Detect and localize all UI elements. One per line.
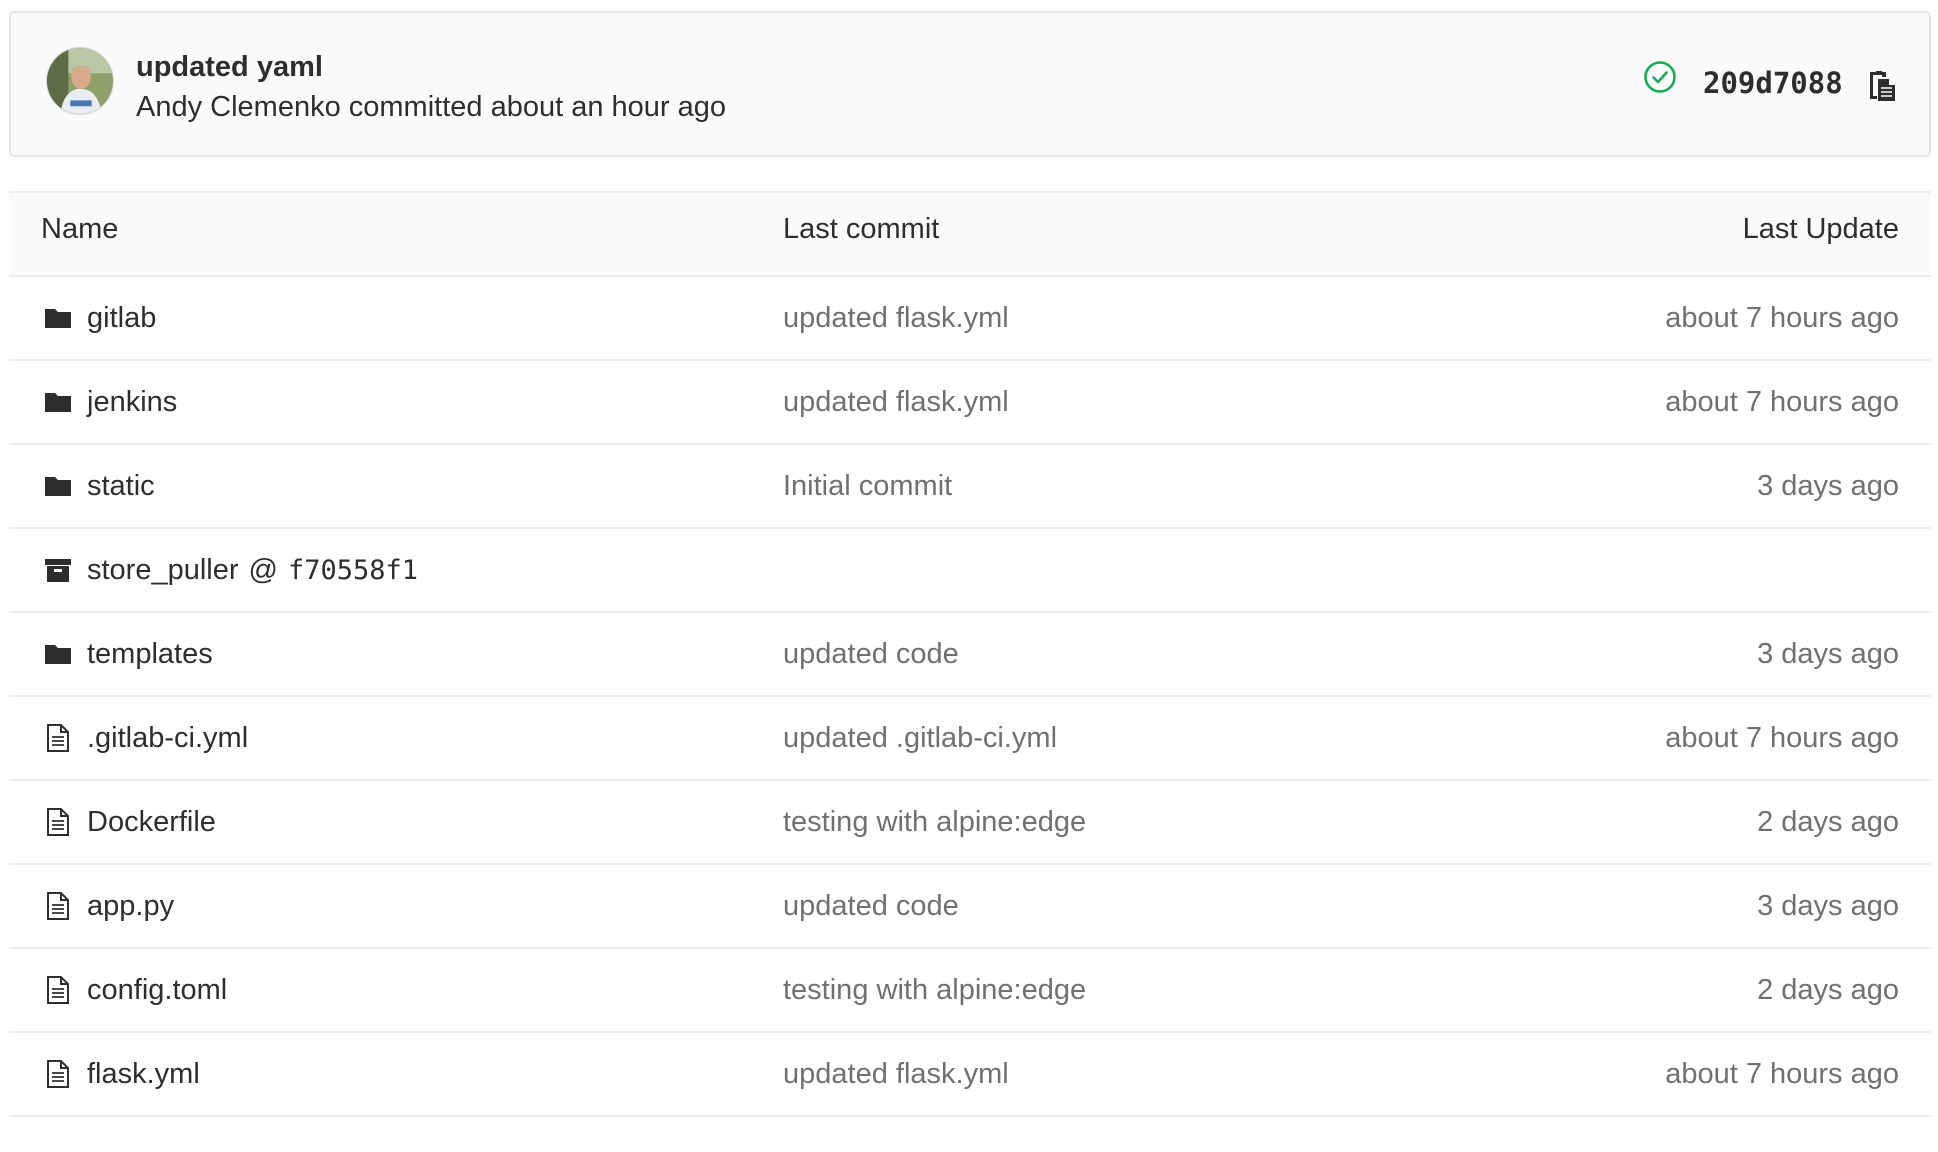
entry-commit-message[interactable]: updated flask.yml	[783, 382, 1009, 422]
folder-icon	[43, 639, 73, 669]
table-header: Name Last commit Last Update	[9, 193, 1931, 277]
entry-commit-message[interactable]: updated code	[783, 634, 959, 674]
tree-entry-link[interactable]: jenkins	[43, 382, 177, 422]
commit-sha-link[interactable]: 209d7088	[1703, 65, 1843, 101]
table-row[interactable]: static Initial commit 3 days ago	[9, 445, 1931, 529]
pipeline-status-success-icon[interactable]	[1643, 60, 1677, 94]
tree-entry-link[interactable]: app.py	[43, 886, 174, 926]
header-last-commit: Last commit	[783, 213, 940, 245]
tree-entry-link[interactable]: gitlab	[43, 298, 156, 338]
entry-name: app.py	[87, 889, 175, 922]
avatar-image	[47, 48, 113, 114]
entry-name: templates	[87, 637, 213, 670]
tree-entry-link[interactable]: .gitlab-ci.yml	[43, 718, 248, 758]
entry-last-update: about 7 hours ago	[1665, 1058, 1899, 1090]
commit-title[interactable]: updated yaml	[136, 47, 323, 87]
table-row[interactable]: gitlab updated flask.yml about 7 hours a…	[9, 277, 1931, 361]
table-row[interactable]: flask.yml updated flask.yml about 7 hour…	[9, 1033, 1931, 1117]
entry-commit-message[interactable]: testing with alpine:edge	[783, 970, 1086, 1010]
header-last-update: Last Update	[1742, 213, 1899, 245]
table-row[interactable]: .gitlab-ci.yml updated .gitlab-ci.yml ab…	[9, 697, 1931, 781]
entry-last-update: 3 days ago	[1757, 470, 1899, 502]
entry-name: static	[87, 469, 155, 502]
entry-commit-message[interactable]: testing with alpine:edge	[783, 802, 1086, 842]
entry-commit-message[interactable]: updated flask.yml	[783, 1054, 1009, 1094]
entry-commit-message[interactable]: Initial commit	[783, 466, 952, 506]
entry-commit-message[interactable]: updated .gitlab-ci.yml	[783, 718, 1057, 758]
entry-last-update: about 7 hours ago	[1665, 722, 1899, 754]
author-avatar[interactable]	[46, 47, 114, 115]
entry-name: jenkins	[87, 385, 178, 418]
table-row[interactable]: Dockerfile testing with alpine:edge 2 da…	[9, 781, 1931, 865]
tree-entry-link[interactable]: store_puller @ f70558f1	[43, 550, 418, 590]
entry-last-update: 3 days ago	[1757, 890, 1899, 922]
folder-icon	[43, 387, 73, 417]
table-row[interactable]: templates updated code 3 days ago	[9, 613, 1931, 697]
commit-author[interactable]: Andy Clemenko	[136, 91, 341, 123]
submodule-name: store_puller	[87, 553, 239, 586]
entry-last-update: about 7 hours ago	[1665, 302, 1899, 334]
file-text-icon	[43, 1059, 73, 1089]
file-text-icon	[43, 891, 73, 921]
commit-time-text: committed about an hour ago	[340, 91, 727, 123]
entry-name: config.toml	[87, 973, 228, 1006]
tree-entry-link[interactable]: static	[43, 466, 155, 506]
folder-icon	[43, 471, 73, 501]
entry-name: gitlab	[87, 301, 157, 334]
entry-name: .gitlab-ci.yml	[87, 721, 249, 754]
file-text-icon	[43, 807, 73, 837]
entry-commit-message[interactable]: updated code	[783, 886, 959, 926]
table-row[interactable]: jenkins updated flask.yml about 7 hours …	[9, 361, 1931, 445]
entry-last-update: 2 days ago	[1757, 806, 1899, 838]
table-row[interactable]: config.toml testing with alpine:edge 2 d…	[9, 949, 1931, 1033]
table-row[interactable]: app.py updated code 3 days ago	[9, 865, 1931, 949]
entry-last-update: about 7 hours ago	[1665, 386, 1899, 418]
file-tree-table: Name Last commit Last Update gitlab upda…	[9, 191, 1931, 1117]
tree-entry-link[interactable]: config.toml	[43, 970, 227, 1010]
entry-commit-message[interactable]: updated flask.yml	[783, 298, 1009, 338]
file-text-icon	[43, 723, 73, 753]
entry-name: Dockerfile	[87, 805, 216, 838]
folder-icon	[43, 303, 73, 333]
tree-entry-link[interactable]: Dockerfile	[43, 802, 216, 842]
file-text-icon	[43, 975, 73, 1005]
entry-name: flask.yml	[87, 1057, 200, 1090]
last-commit-panel: updated yaml Andy Clemenko committed abo…	[9, 11, 1931, 157]
header-name: Name	[41, 213, 119, 245]
tree-entry-link[interactable]: templates	[43, 634, 213, 674]
archive-icon	[43, 555, 73, 585]
submodule-commit-hash[interactable]: f70558f1	[288, 555, 418, 586]
entry-last-update: 2 days ago	[1757, 974, 1899, 1006]
commit-meta: Andy Clemenko committed about an hour ag…	[136, 87, 726, 127]
entry-last-update: 3 days ago	[1757, 638, 1899, 670]
copy-sha-clipboard-icon[interactable]	[1865, 69, 1899, 103]
table-row[interactable]: store_puller @ f70558f1	[9, 529, 1931, 613]
submodule-at-sign: @	[248, 553, 278, 586]
repository-files-page: updated yaml Andy Clemenko committed abo…	[0, 0, 1938, 1152]
tree-entry-link[interactable]: flask.yml	[43, 1054, 200, 1094]
